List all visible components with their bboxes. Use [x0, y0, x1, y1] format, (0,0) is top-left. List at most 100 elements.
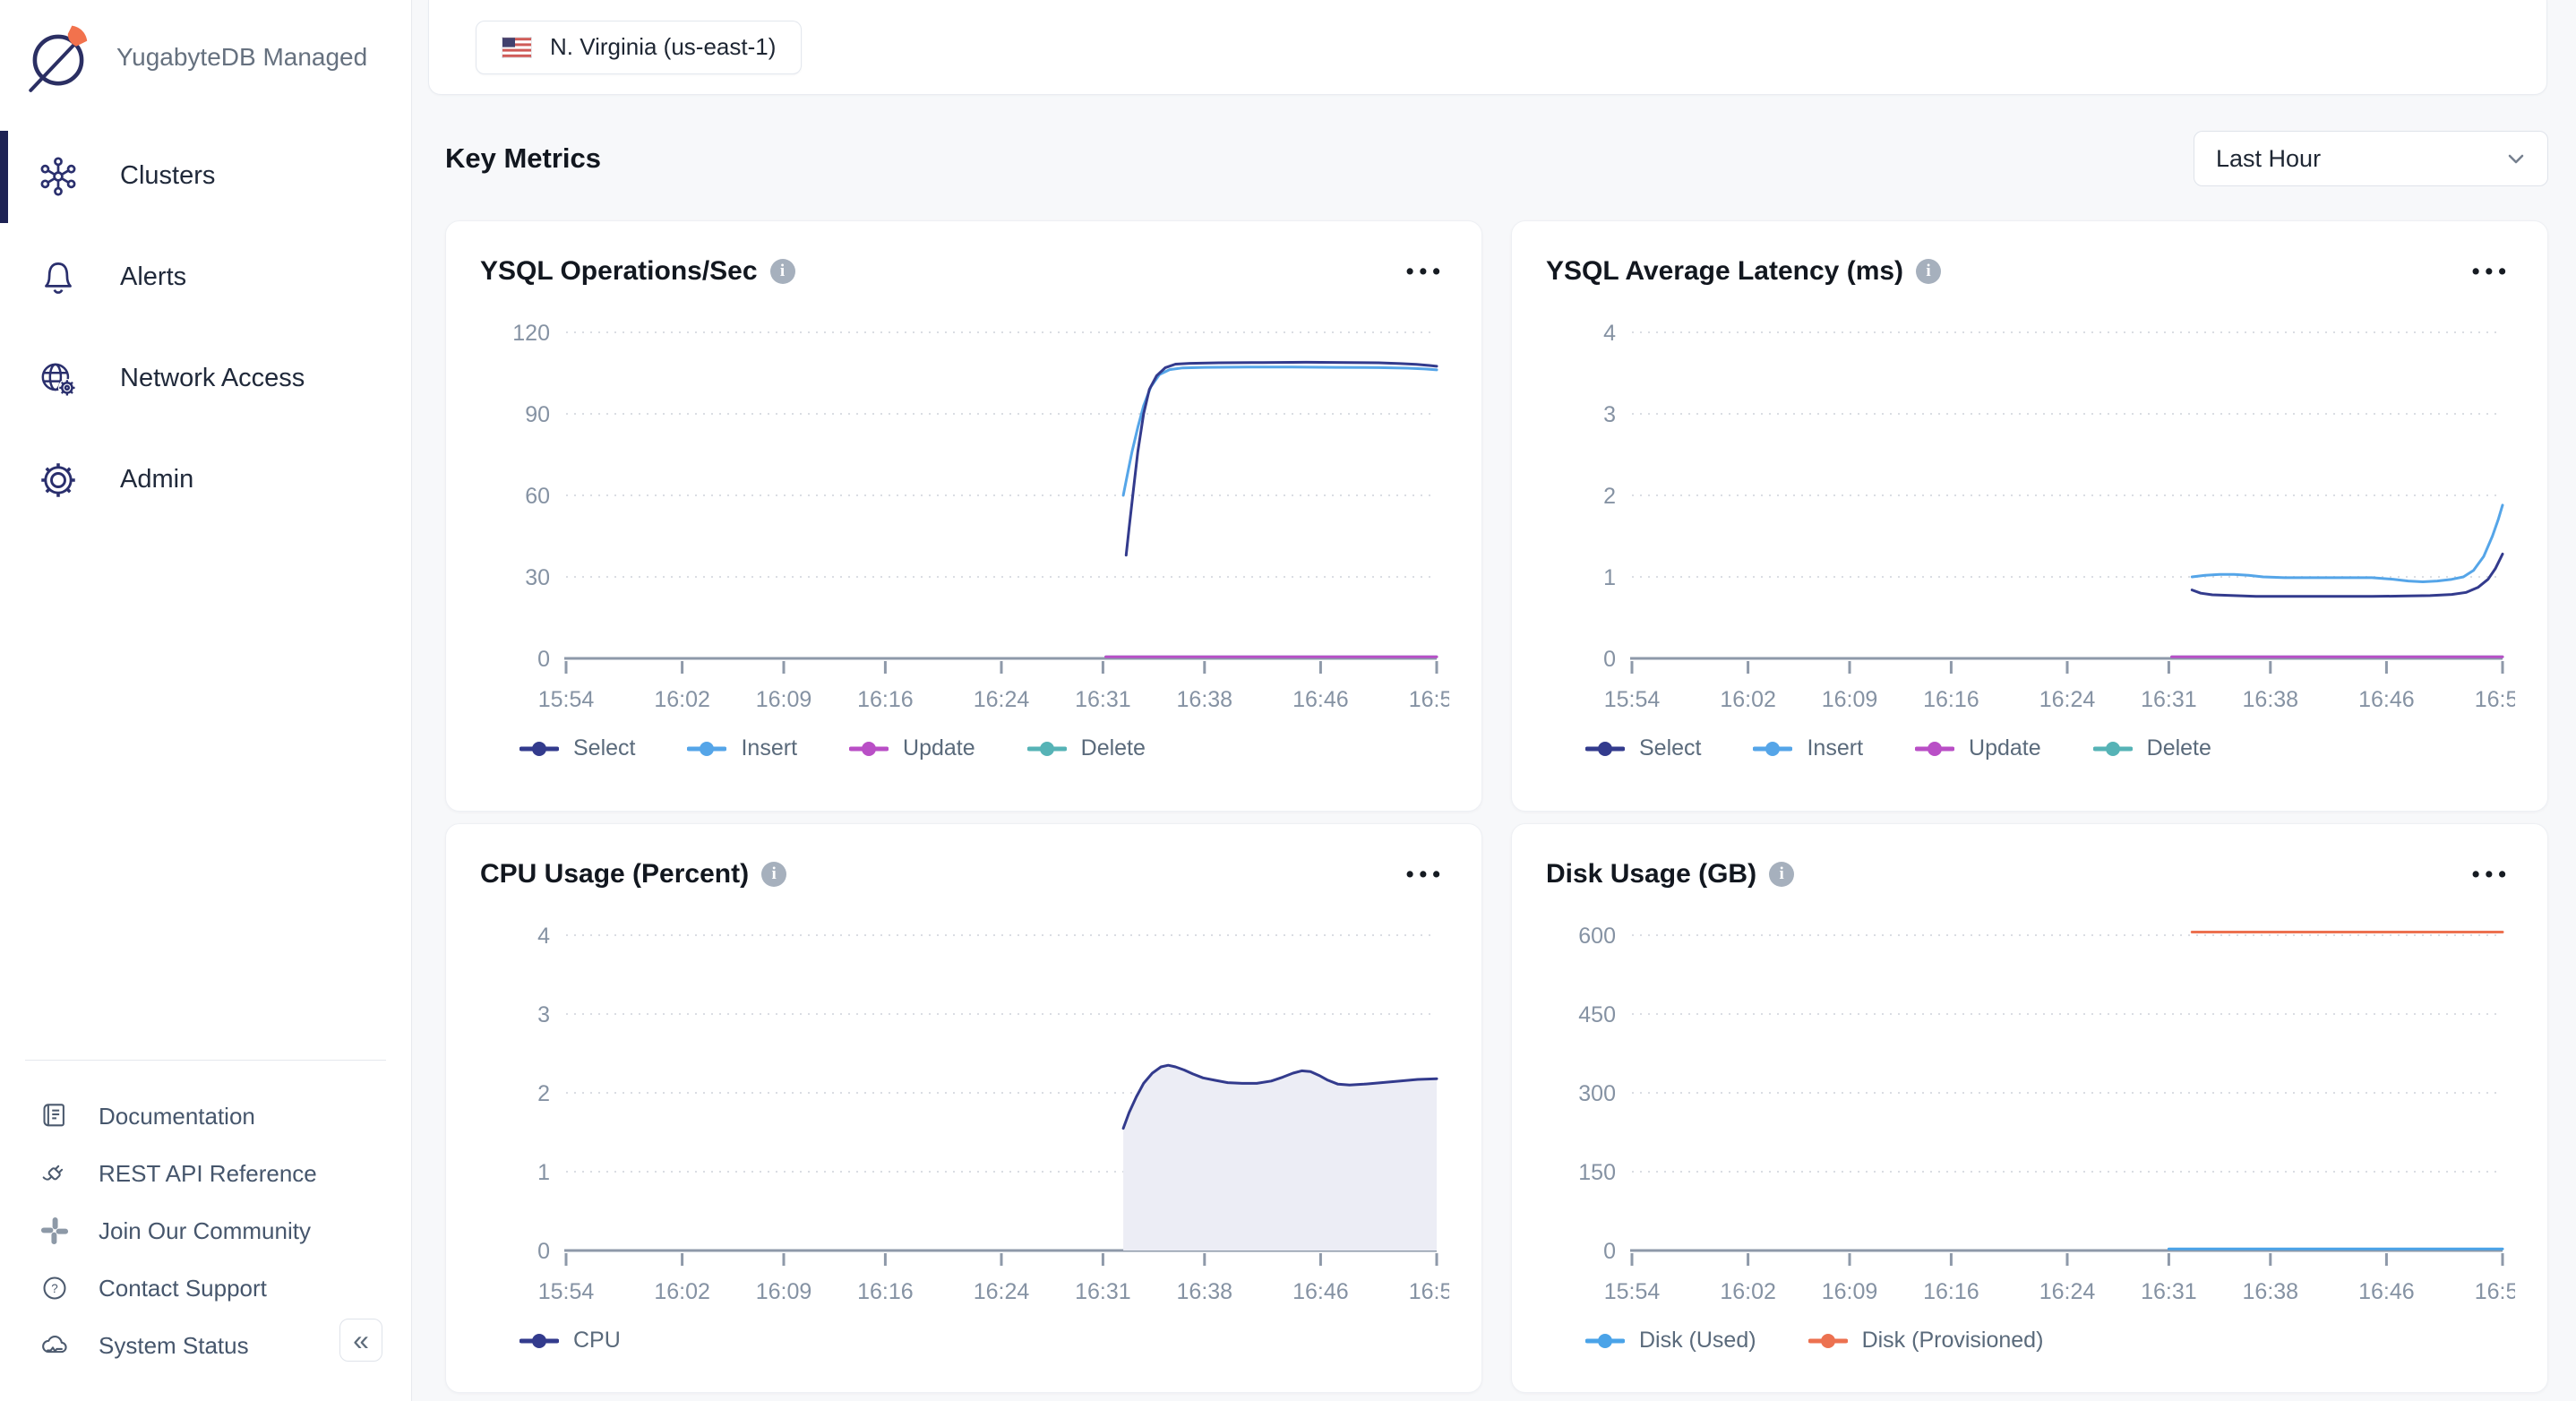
svg-text:16:46: 16:46	[2358, 1279, 2415, 1304]
sidebar-item-network-access[interactable]: Network Access	[0, 328, 411, 429]
ysql-operations-chart: 030609012015:5416:0216:0916:1616:2416:31…	[480, 314, 1449, 728]
svg-text:16:46: 16:46	[1292, 1279, 1349, 1304]
legend-marker-icon	[2093, 741, 2133, 757]
svg-text:16:16: 16:16	[857, 687, 914, 712]
legend-marker-icon	[519, 741, 559, 757]
svg-text:16:54: 16:54	[2475, 687, 2515, 712]
legend-item-disk-provisioned[interactable]: Disk (Provisioned)	[1808, 1328, 2044, 1354]
slack-icon	[38, 1214, 72, 1248]
svg-text:3: 3	[1603, 402, 1616, 427]
charts-grid: YSQL Operations/Sec i ••• 030609012015:5…	[445, 220, 2548, 1393]
legend-marker-icon	[849, 741, 889, 757]
legend-item-update[interactable]: Update	[849, 735, 975, 761]
info-icon[interactable]: i	[1769, 862, 1794, 887]
chart-menu-button[interactable]: •••	[2470, 862, 2513, 888]
legend-item-insert[interactable]: Insert	[1753, 735, 1863, 761]
legend-item-select[interactable]: Select	[1585, 735, 1701, 761]
chart-title: CPU Usage (Percent)	[480, 859, 749, 890]
legend-item-select[interactable]: Select	[519, 735, 635, 761]
card-header: YSQL Operations/Sec i •••	[480, 221, 1447, 314]
book-icon	[38, 1099, 72, 1133]
legend-label: CPU	[573, 1328, 621, 1354]
metrics-bar: Key Metrics Last Hour	[445, 131, 2548, 186]
sidebar-link-label: Documentation	[99, 1103, 255, 1130]
svg-text:4: 4	[1603, 321, 1616, 346]
sidebar-item-label: Clusters	[120, 161, 215, 191]
chart-menu-button[interactable]: •••	[1404, 862, 1447, 888]
chart-legend: CPU	[480, 1328, 1447, 1354]
brand-name: YugabyteDB Managed	[116, 43, 367, 72]
plug-icon	[38, 1156, 72, 1190]
active-indicator	[0, 131, 8, 223]
svg-text:0: 0	[1603, 647, 1616, 672]
disk-usage-chart: 015030045060015:5416:0216:0916:1616:2416…	[1546, 917, 2515, 1320]
legend-label: Insert	[741, 735, 797, 761]
sidebar-link-label: Contact Support	[99, 1275, 267, 1302]
svg-text:1: 1	[1603, 565, 1616, 590]
svg-text:15:54: 15:54	[538, 1279, 595, 1304]
svg-text:16:46: 16:46	[2358, 687, 2415, 712]
svg-text:16:31: 16:31	[1075, 687, 1131, 712]
legend-label: Insert	[1807, 735, 1863, 761]
legend-item-cpu[interactable]: CPU	[519, 1328, 621, 1354]
sidebar-item-alerts[interactable]: Alerts	[0, 227, 411, 328]
sidebar-item-clusters[interactable]: Clusters	[0, 125, 411, 227]
sidebar-collapse-button[interactable]: «	[339, 1319, 382, 1362]
sidebar-item-label: Alerts	[120, 262, 186, 292]
legend-marker-icon	[1027, 741, 1067, 757]
svg-text:600: 600	[1578, 924, 1616, 949]
legend-marker-icon	[1585, 741, 1625, 757]
svg-text:30: 30	[525, 565, 550, 590]
svg-text:16:31: 16:31	[2141, 687, 2197, 712]
svg-text:16:54: 16:54	[2475, 1279, 2515, 1304]
cluster-icon	[36, 154, 81, 199]
region-tab[interactable]: N. Virginia (us-east-1)	[476, 21, 802, 74]
legend-item-update[interactable]: Update	[1915, 735, 2041, 761]
chart-title: YSQL Average Latency (ms)	[1546, 256, 1903, 287]
gear-icon	[36, 458, 81, 503]
sidebar-item-documentation[interactable]: Documentation	[0, 1087, 411, 1145]
chart-menu-button[interactable]: •••	[2470, 259, 2513, 285]
sidebar-item-join-our-community[interactable]: Join Our Community	[0, 1202, 411, 1259]
svg-text:16:38: 16:38	[2243, 1279, 2299, 1304]
sidebar-link-label: Join Our Community	[99, 1217, 311, 1245]
legend-label: Disk (Provisioned)	[1862, 1328, 2044, 1354]
svg-text:16:24: 16:24	[2039, 687, 2096, 712]
legend-marker-icon	[1808, 1333, 1848, 1349]
chart-menu-button[interactable]: •••	[1404, 259, 1447, 285]
legend-label: Disk (Used)	[1639, 1328, 1756, 1354]
brand: YugabyteDB Managed	[0, 0, 411, 100]
legend-marker-icon	[1753, 741, 1792, 757]
time-range-select[interactable]: Last Hour	[2194, 131, 2548, 186]
region-tab-label: N. Virginia (us-east-1)	[550, 33, 776, 61]
svg-text:16:02: 16:02	[654, 1279, 710, 1304]
sidebar-item-label: Admin	[120, 465, 193, 494]
legend-label: Select	[573, 735, 635, 761]
legend-item-delete[interactable]: Delete	[1027, 735, 1146, 761]
info-icon[interactable]: i	[761, 862, 786, 887]
legend-item-delete[interactable]: Delete	[2093, 735, 2211, 761]
info-icon[interactable]: i	[1916, 259, 1941, 284]
sidebar-divider	[25, 1060, 386, 1061]
sidebar-item-rest-api-reference[interactable]: REST API Reference	[0, 1145, 411, 1202]
svg-text:16:16: 16:16	[1923, 1279, 1979, 1304]
svg-text:16:09: 16:09	[1822, 1279, 1878, 1304]
chart-legend: Select Insert Update Delete	[480, 735, 1447, 761]
info-icon[interactable]: i	[770, 259, 795, 284]
svg-text:150: 150	[1578, 1160, 1616, 1185]
svg-text:16:02: 16:02	[1720, 1279, 1776, 1304]
sidebar-item-admin[interactable]: Admin	[0, 429, 411, 530]
chart-title: Disk Usage (GB)	[1546, 859, 1756, 890]
svg-text:0: 0	[537, 1239, 550, 1264]
svg-text:16:38: 16:38	[2243, 687, 2299, 712]
legend-label: Update	[903, 735, 975, 761]
card-header: YSQL Average Latency (ms) i •••	[1546, 221, 2513, 314]
legend-item-insert[interactable]: Insert	[687, 735, 797, 761]
legend-item-disk-used[interactable]: Disk (Used)	[1585, 1328, 1756, 1354]
legend-marker-icon	[1585, 1333, 1625, 1349]
svg-text:120: 120	[512, 321, 550, 346]
sidebar-item-contact-support[interactable]: ? Contact Support	[0, 1259, 411, 1317]
legend-marker-icon	[687, 741, 726, 757]
chart-card-disk-usage: Disk Usage (GB) i ••• 015030045060015:54…	[1511, 823, 2548, 1393]
svg-text:90: 90	[525, 402, 550, 427]
